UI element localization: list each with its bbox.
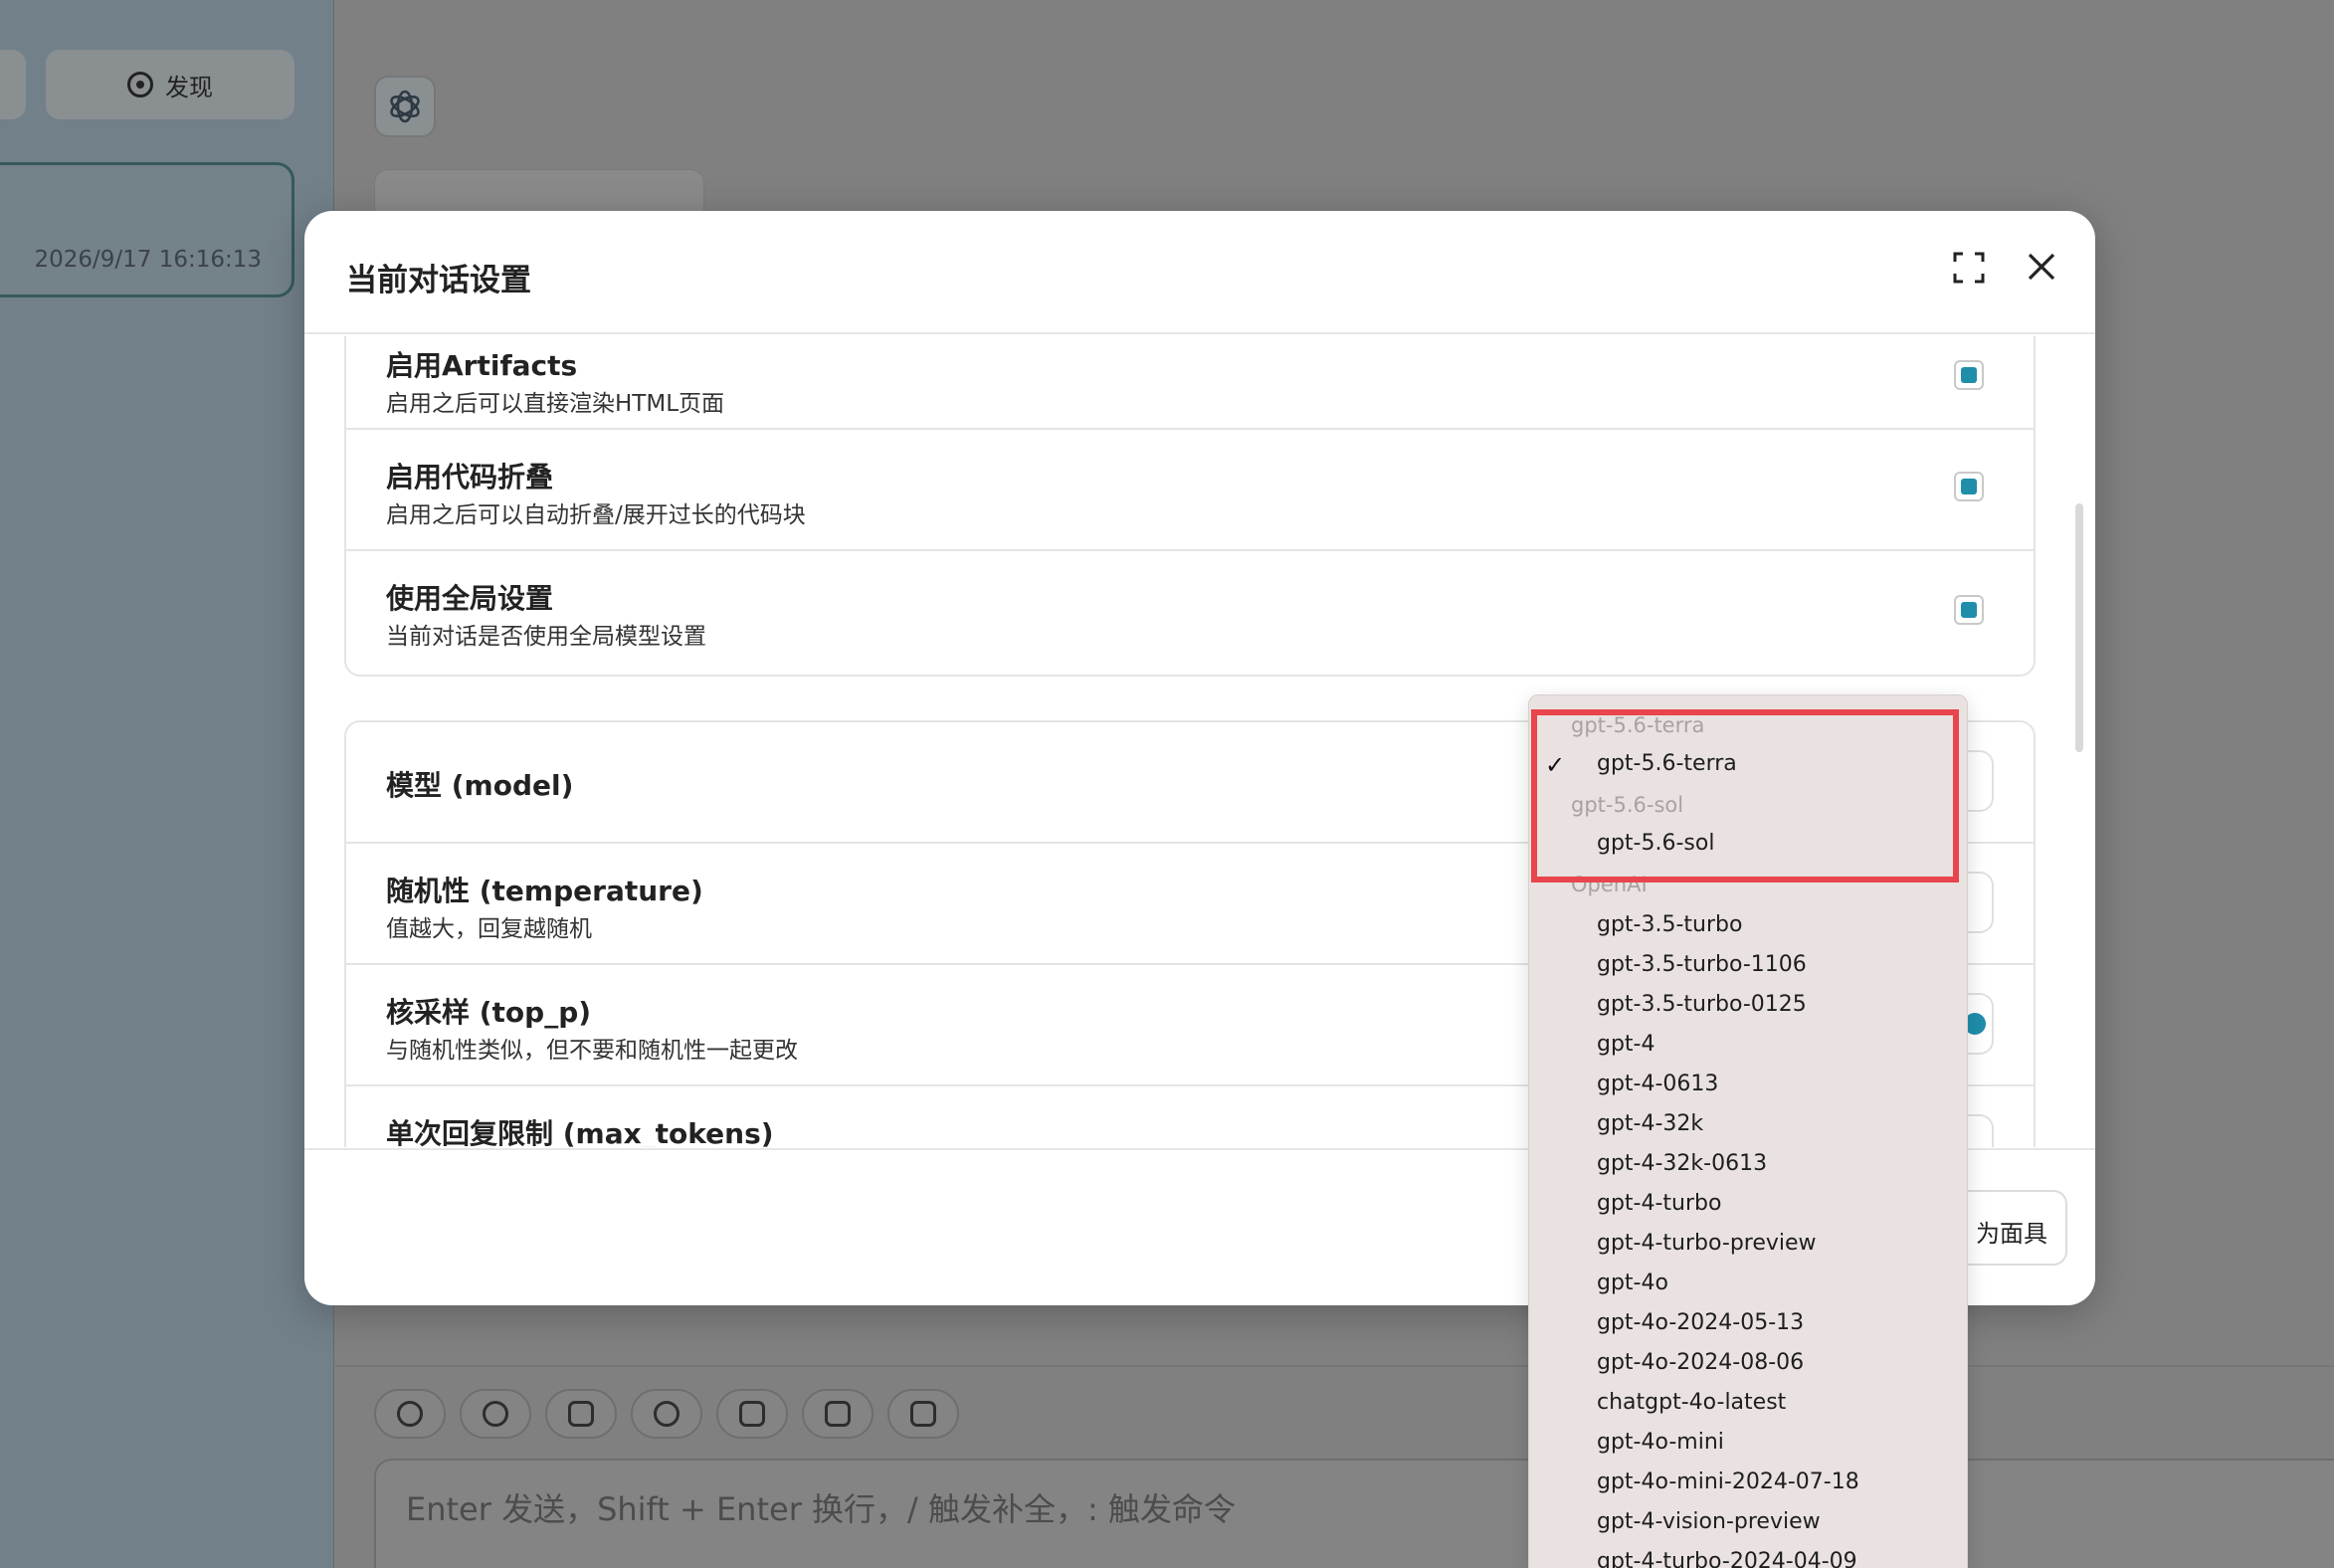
keyboard-icon [910, 1401, 936, 1427]
chat-list-item[interactable]: 2026/9/17 16:16:13 [0, 162, 294, 297]
compass-icon [127, 72, 153, 98]
param-title: 随机性 (temperature) [386, 875, 703, 907]
global-settings-checkbox[interactable] [1954, 595, 1984, 625]
code-fold-checkbox[interactable] [1954, 472, 1984, 501]
openai-logo-icon [374, 76, 436, 137]
param-title: 核采样 (top_p) [386, 996, 592, 1029]
toggle-settings-card: 启用Artifacts 启用之后可以直接渲染HTML页面 启用代码折叠 启用之后… [344, 336, 2036, 677]
dropdown-option[interactable]: gpt-4-vision-preview [1597, 1509, 1821, 1534]
toggle-title: 启用代码折叠 [386, 461, 554, 493]
param-subtitle: 值越大，回复越随机 [386, 916, 592, 942]
toggle-row-artifacts: 启用Artifacts 启用之后可以直接渲染HTML页面 [346, 336, 2034, 430]
magic-wand-icon [568, 1401, 594, 1427]
settings-tool-button[interactable] [374, 1389, 446, 1439]
toggle-title: 启用Artifacts [386, 349, 578, 382]
highlight-annotation [1531, 709, 1959, 882]
param-title: 单次回复限制 (max_tokens) [386, 1117, 774, 1147]
dropdown-option[interactable]: gpt-4o-2024-05-13 [1597, 1310, 1804, 1335]
save-as-mask-label: 为面具 [1976, 1220, 2047, 1248]
toggle-subtitle: 启用之后可以直接渲染HTML页面 [386, 391, 725, 417]
mask-tool-button[interactable] [631, 1389, 702, 1439]
robot-icon [825, 1401, 851, 1427]
dropdown-option[interactable]: chatgpt-4o-latest [1597, 1390, 1786, 1415]
dropdown-option[interactable]: gpt-4o-mini-2024-07-18 [1597, 1470, 1859, 1494]
auto-theme-icon [483, 1401, 508, 1427]
dropdown-option[interactable]: gpt-4o-mini [1597, 1430, 1724, 1455]
dropdown-option[interactable]: gpt-4-turbo [1597, 1191, 1721, 1216]
param-subtitle: 与随机性类似，但不要和随机性一起更改 [386, 1038, 798, 1064]
fullscreen-icon[interactable] [1952, 251, 1986, 285]
theme-tool-button[interactable] [460, 1389, 531, 1439]
param-title: 模型 (model) [386, 769, 574, 802]
chat-input[interactable]: Enter 发送，Shift + Enter 换行，/ 触发补全，: 触发命令 [374, 1459, 2334, 1568]
dropdown-option[interactable]: gpt-4-turbo-preview [1597, 1231, 1817, 1256]
modal-scrollbar[interactable] [2075, 503, 2083, 752]
dropdown-option[interactable]: gpt-4 [1597, 1032, 1655, 1057]
toggle-row-code-fold: 启用代码折叠 启用之后可以自动折叠/展开过长的代码块 [346, 430, 2034, 551]
dropdown-option[interactable]: gpt-3.5-turbo-1106 [1597, 952, 1807, 977]
modal-header: 当前对话设置 [304, 211, 2095, 334]
gear-icon [397, 1401, 423, 1427]
dropdown-option[interactable]: gpt-4-32k [1597, 1111, 1703, 1136]
chat-input-placeholder: Enter 发送，Shift + Enter 换行，/ 触发补全，: 触发命令 [406, 1490, 1236, 1528]
prompt-tool-button[interactable] [545, 1389, 617, 1439]
shortcut-tool-button[interactable] [887, 1389, 959, 1439]
toggle-subtitle: 启用之后可以自动折叠/展开过长的代码块 [386, 502, 806, 528]
image-icon [739, 1401, 765, 1427]
toggle-row-global-settings: 使用全局设置 当前对话是否使用全局模型设置 [346, 551, 2034, 675]
robot-tool-button[interactable] [802, 1389, 874, 1439]
image-tool-button[interactable] [716, 1389, 788, 1439]
dropdown-option[interactable]: gpt-4-0613 [1597, 1072, 1718, 1096]
dropdown-option[interactable]: gpt-3.5-turbo-0125 [1597, 992, 1807, 1017]
dropdown-option[interactable]: gpt-3.5-turbo [1597, 912, 1742, 937]
discover-label: 发现 [165, 73, 213, 101]
toggle-subtitle: 当前对话是否使用全局模型设置 [386, 624, 706, 650]
mask-icon [654, 1401, 680, 1427]
modal-title: 当前对话设置 [346, 263, 531, 298]
dropdown-option[interactable]: gpt-4o-2024-08-06 [1597, 1350, 1804, 1375]
close-icon[interactable] [2024, 249, 2059, 285]
sidebar-nav-button[interactable] [0, 50, 26, 119]
input-divider [335, 1365, 2334, 1367]
sidebar: 发现 2026/9/17 16:16:13 [0, 0, 334, 1568]
toggle-title: 使用全局设置 [386, 582, 554, 615]
artifacts-checkbox[interactable] [1954, 360, 1984, 390]
dropdown-option[interactable]: gpt-4-32k-0613 [1597, 1151, 1767, 1176]
discover-button[interactable]: 发现 [46, 50, 294, 119]
chat-timestamp: 2026/9/17 16:16:13 [34, 247, 262, 273]
dropdown-option[interactable]: gpt-4o [1597, 1271, 1668, 1295]
dropdown-option[interactable]: gpt-4-turbo-2024-04-09 [1597, 1549, 1857, 1568]
chat-toolbar [374, 1389, 959, 1439]
